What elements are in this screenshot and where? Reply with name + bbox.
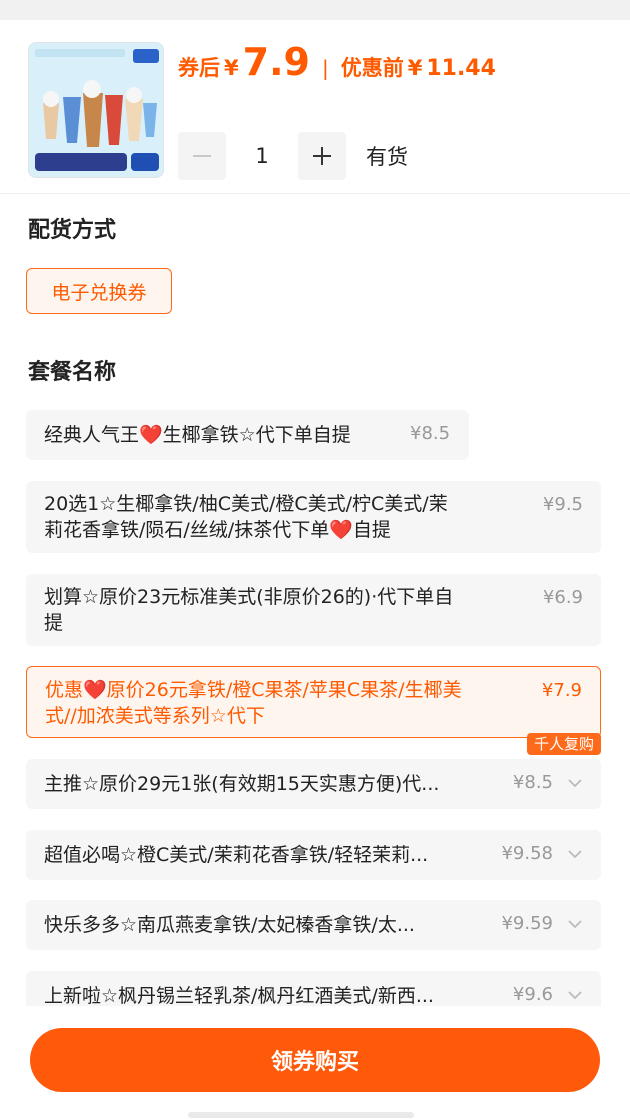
package-option[interactable]: 经典人气王❤️生椰拿铁☆代下单自提 ¥8.5 <box>26 410 469 460</box>
delivery-method-title: 配货方式 <box>28 218 117 243</box>
option-price: ¥6.9 <box>542 587 583 608</box>
option-label-line1: 划算☆原价23元标准美式(非原价26的)·代下单自 <box>44 586 454 608</box>
currency-symbol: ¥ <box>224 56 239 80</box>
option-label-line1: 20选1☆生椰拿铁/柚C美式/橙C美式/柠C美式/茉 <box>44 493 448 515</box>
repurchase-badge: 千人复购 <box>526 733 601 755</box>
currency-symbol: ¥ <box>407 56 423 80</box>
price-row: 券后 ¥ 7.9 | 优惠前 ¥ 11.44 <box>178 40 496 90</box>
quantity-value[interactable]: 1 <box>226 144 298 168</box>
increase-button[interactable] <box>298 132 346 180</box>
option-price: ¥9.59 <box>501 913 553 934</box>
option-label-line2: 式//加浓美式等系列☆代下 <box>45 705 265 727</box>
option-price: ¥9.58 <box>501 843 553 864</box>
home-indicator <box>188 1112 414 1118</box>
claim-coupon-buy-button[interactable]: 领券购买 <box>30 1028 600 1092</box>
original-price: 11.44 <box>426 56 496 81</box>
package-option-selected[interactable]: 优惠❤️原价26元拿铁/橙C果茶/苹果C果茶/生椰美 式//加浓美式等系列☆代下… <box>26 666 601 738</box>
original-price-label: 优惠前 <box>340 56 404 80</box>
option-label-line2: 莉花香拿铁/陨石/丝绒/抹茶代下单❤️自提 <box>44 519 391 541</box>
package-option[interactable]: 超值必喝☆橙C美式/茉莉花香拿铁/轻轻茉莉... ¥9.58 <box>26 830 601 880</box>
coffee-cups-image <box>29 43 163 177</box>
package-option[interactable]: 千人复购 主推☆原价29元1张(有效期15天实惠方便)代... ¥8.5 <box>26 733 601 809</box>
chevron-down-icon <box>568 920 582 929</box>
option-label-line2: 提 <box>44 612 64 634</box>
chevron-down-icon <box>568 991 582 1000</box>
price-separator: | <box>321 56 329 80</box>
chevron-down-icon <box>568 779 582 788</box>
option-price: ¥9.6 <box>512 984 553 1005</box>
package-option[interactable]: 快乐多多☆南瓜燕麦拿铁/太妃榛香拿铁/太... ¥9.59 <box>26 900 601 950</box>
option-label: 主推☆原价29元1张(有效期15天实惠方便)代... <box>44 773 440 795</box>
top-strip <box>0 0 630 20</box>
product-header: 券后 ¥ 7.9 | 优惠前 ¥ 11.44 1 有货 <box>0 22 630 194</box>
package-option[interactable]: 20选1☆生椰拿铁/柚C美式/橙C美式/柠C美式/茉 莉花香拿铁/陨石/丝绒/抹… <box>26 481 601 553</box>
quantity-stepper: 1 有货 <box>178 132 408 180</box>
product-thumbnail[interactable] <box>28 42 164 178</box>
chevron-down-icon <box>568 850 582 859</box>
option-price: ¥8.5 <box>410 423 451 444</box>
plus-icon <box>313 147 331 165</box>
option-label: 经典人气王❤️生椰拿铁☆代下单自提 <box>44 424 351 446</box>
decrease-button[interactable] <box>178 132 226 180</box>
coupon-price-label: 券后 <box>178 56 220 80</box>
delivery-option-e-voucher[interactable]: 电子兑换券 <box>26 268 172 314</box>
option-label-line1: 优惠❤️原价26元拿铁/橙C果茶/苹果C果茶/生椰美 <box>45 679 462 701</box>
option-label: 超值必喝☆橙C美式/茉莉花香拿铁/轻轻茉莉... <box>44 844 429 866</box>
package-option[interactable]: 划算☆原价23元标准美式(非原价26的)·代下单自 提 ¥6.9 <box>26 574 601 646</box>
coupon-price: 7.9 <box>242 40 310 84</box>
minus-icon <box>193 155 211 157</box>
option-price: ¥8.5 <box>512 772 553 793</box>
package-name-title: 套餐名称 <box>28 360 117 385</box>
option-price: ¥9.5 <box>542 494 583 515</box>
option-price: ¥7.9 <box>541 680 582 701</box>
option-label: 快乐多多☆南瓜燕麦拿铁/太妃榛香拿铁/太... <box>44 914 415 936</box>
stock-status: 有货 <box>366 145 408 169</box>
